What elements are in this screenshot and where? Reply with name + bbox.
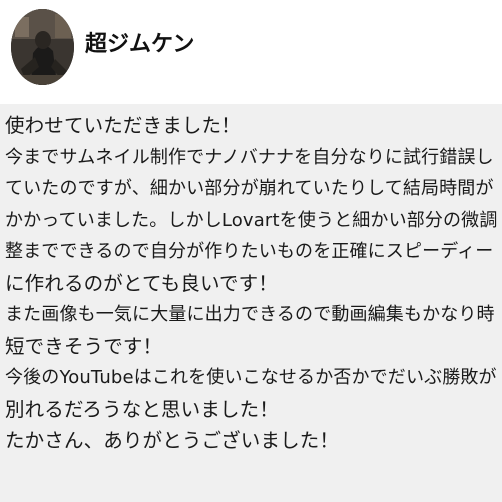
message-line: かかっていました。しかしLovartを使うと細かい部分の微調 bbox=[5, 209, 498, 231]
message-line: 今後のYouTubeはこれを使いこなせるか否かでだいぶ勝敗が bbox=[5, 367, 497, 388]
user-avatar[interactable] bbox=[11, 9, 74, 85]
message-line: たかさん、ありがとうございました！ bbox=[5, 429, 340, 452]
message-line: 短できそうです！ bbox=[5, 334, 163, 358]
username[interactable]: 超ジムケン bbox=[85, 30, 194, 60]
message-body: 使わせていただきました！ 今までサムネイル制作でナノバナナを自分なりに試行錯誤して… bbox=[0, 104, 502, 502]
message-line: 今までサムネイル制作でナノバナナを自分なりに試行錯誤し bbox=[5, 146, 494, 168]
comment-card: 超ジムケン 使わせていただきました！ 今までサムネイル制作でナノバナナを自分なりに… bbox=[0, 0, 502, 502]
message-line: 使わせていただきました！ bbox=[5, 114, 241, 137]
message-line: また画像も一気に大量に出力できるので動画編集もかなり時 bbox=[5, 304, 495, 325]
message-line: 別れるだろうなと思いました！ bbox=[5, 397, 279, 421]
message-line: に作れるのがとても良いです！ bbox=[5, 271, 278, 295]
avatar-photo-icon bbox=[11, 9, 74, 85]
message-line: ていたのですが、細かい部分が崩れていたりして結局時間が bbox=[5, 178, 494, 199]
message-line: 整までできるので自分が作りたいものを正確にスピーディー bbox=[5, 241, 494, 262]
comment-header: 超ジムケン bbox=[0, 0, 502, 104]
